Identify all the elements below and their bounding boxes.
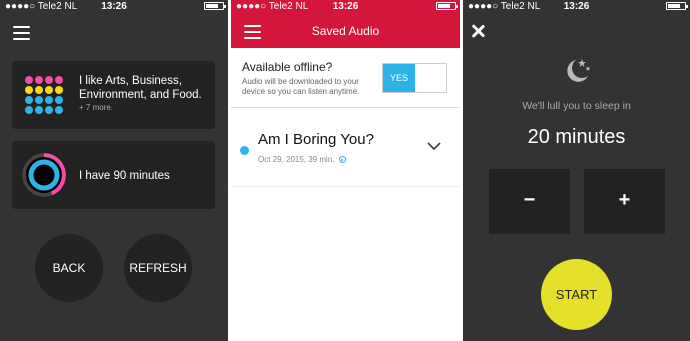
chevron-down-icon[interactable] — [427, 141, 441, 151]
offline-toggle[interactable]: YES — [382, 63, 447, 93]
page-title: Saved Audio — [311, 24, 380, 38]
increase-button[interactable]: + — [584, 169, 665, 234]
saved-audio-screen: ●●●●○ Tele2 NL 13:26 Saved Audio Availab… — [231, 0, 460, 341]
start-button[interactable]: START — [541, 259, 612, 330]
toggle-yes-label: YES — [383, 64, 415, 92]
interests-grid-icon — [24, 75, 64, 115]
sleep-timer-screen: ●●●●○ Tele2 NL 13:26 We'll lull you to s… — [463, 0, 690, 341]
battery-icon — [201, 0, 226, 14]
list-item[interactable]: Am I Boring You? Oct 29, 2015, 39 min. — [231, 109, 460, 187]
episode-date-duration: Oct 29, 2015, 39 min. — [258, 155, 335, 164]
status-bar: ●●●●○ Tele2 NL 13:26 — [0, 0, 228, 14]
clock: 13:26 — [101, 1, 127, 12]
offline-setting: Available offline? Audio will be downloa… — [231, 48, 460, 108]
clock: 13:26 — [332, 1, 359, 12]
time-card[interactable]: I have 90 minutes — [12, 141, 215, 209]
back-button[interactable]: BACK — [35, 234, 103, 302]
unplayed-dot-icon — [240, 146, 249, 155]
battery-icon — [433, 0, 458, 14]
interests-screen: ●●●●○ Tele2 NL 13:26 I like Arts, Busine… — [0, 0, 228, 341]
episode-title: Am I Boring You? — [258, 131, 374, 148]
lull-text: We'll lull you to sleep in — [522, 100, 631, 112]
interests-card[interactable]: I like Arts, Business, Environment, and … — [12, 61, 215, 129]
offline-description: Audio will be downloaded to your device … — [242, 77, 360, 96]
episode-meta: Oct 29, 2015, 39 min. — [258, 155, 346, 164]
sleep-duration: 20 minutes — [527, 126, 626, 148]
decrease-button[interactable]: − — [489, 169, 570, 234]
close-icon[interactable] — [471, 24, 485, 38]
status-bar: ●●●●○ Tele2 NL 13:26 — [231, 0, 460, 14]
interests-text: I like Arts, Business, Environment, and … — [79, 75, 202, 101]
time-text: I have 90 minutes — [79, 170, 170, 182]
downloaded-icon — [338, 156, 346, 164]
interests-more: + 7 more. — [79, 103, 114, 112]
header-bar: Saved Audio — [231, 14, 460, 48]
time-ring-icon — [22, 153, 66, 197]
refresh-button[interactable]: REFRESH — [124, 234, 192, 302]
menu-icon[interactable] — [13, 26, 30, 40]
clock: 13:26 — [563, 1, 590, 12]
moon-stars-icon — [567, 59, 591, 82]
empty-area — [231, 187, 460, 341]
status-bar: ●●●●○ Tele2 NL 13:26 — [463, 0, 690, 14]
battery-icon — [663, 0, 688, 14]
offline-question: Available offline? — [242, 60, 333, 74]
